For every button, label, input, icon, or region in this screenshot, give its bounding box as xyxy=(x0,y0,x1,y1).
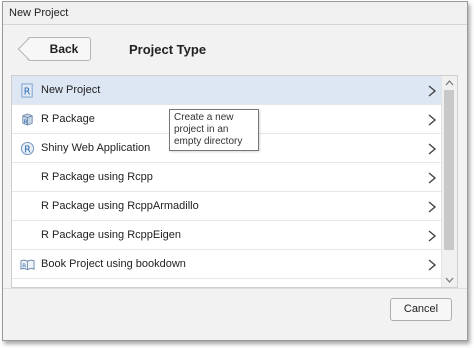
r-project-icon: R xyxy=(21,83,33,98)
list-scrollbar[interactable] xyxy=(441,76,457,287)
back-button[interactable]: Back xyxy=(17,37,91,61)
new-project-dialog: New Project Back Project Type R New Proj… xyxy=(2,1,468,341)
project-type-item-r-package-using-rcpparmadillo[interactable]: R Package using RcppArmadillo xyxy=(12,192,443,221)
dialog-header: Back Project Type xyxy=(3,25,467,75)
project-type-label: R Package using Rcpp xyxy=(41,171,153,183)
chevron-right-icon xyxy=(428,143,437,155)
scroll-up-icon[interactable] xyxy=(442,76,457,90)
svg-text:R: R xyxy=(24,144,31,155)
page-title: Project Type xyxy=(129,42,207,57)
footer-divider xyxy=(3,288,467,289)
project-type-item-new-project[interactable]: R New Project xyxy=(12,76,443,105)
project-type-item-book-project-using-bookdown[interactable]: R Book Project using bookdown xyxy=(12,250,443,279)
back-button-label: Back xyxy=(49,42,79,56)
chevron-right-icon xyxy=(428,230,437,242)
chevron-right-icon xyxy=(428,114,437,126)
back-arrow-icon xyxy=(17,37,41,61)
project-type-label: New Project xyxy=(41,84,101,96)
project-type-label: R Package using RcppArmadillo xyxy=(41,200,199,212)
chevron-right-icon xyxy=(428,259,437,271)
project-type-label: R Package using RcppEigen xyxy=(41,229,182,241)
svg-text:R: R xyxy=(22,263,26,269)
project-type-item-r-package-using-rcppeigen[interactable]: R Package using RcppEigen xyxy=(12,221,443,250)
chevron-right-icon xyxy=(428,172,437,184)
project-type-label: Book Project using bookdown xyxy=(41,258,186,270)
book-icon: R xyxy=(20,259,35,271)
scroll-down-icon[interactable] xyxy=(442,273,457,287)
scrollbar-thumb[interactable] xyxy=(444,90,454,250)
svg-text:R: R xyxy=(24,86,31,97)
project-type-tooltip: Create a new project in an empty directo… xyxy=(169,109,259,151)
chevron-right-icon xyxy=(428,201,437,213)
project-type-list: R New Project R R Package R Shiny Web Ap… xyxy=(11,75,458,288)
chevron-right-icon xyxy=(428,85,437,97)
project-type-item-r-package-using-rcpp[interactable]: R Package using Rcpp xyxy=(12,163,443,192)
window-title: New Project xyxy=(3,2,467,25)
r-package-icon: R xyxy=(22,113,33,126)
project-type-label: R Package xyxy=(41,113,95,125)
cancel-button[interactable]: Cancel xyxy=(390,298,452,321)
project-type-label: Shiny Web Application xyxy=(41,142,151,154)
shiny-app-icon: R xyxy=(20,141,35,155)
svg-text:R: R xyxy=(24,119,28,125)
